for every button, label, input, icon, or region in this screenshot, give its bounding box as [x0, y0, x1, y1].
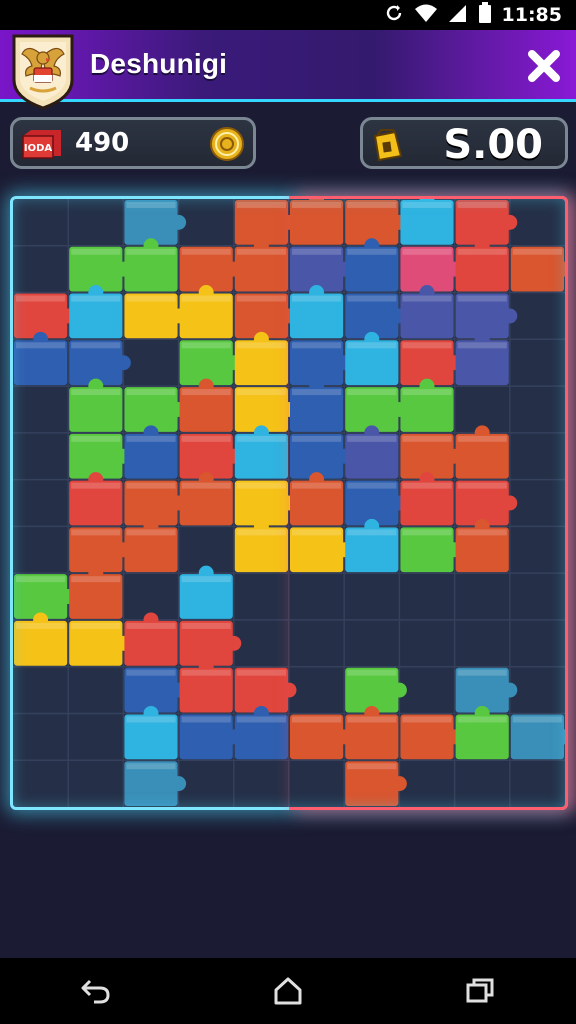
battery-icon — [478, 1, 492, 29]
status-time: 11:85 — [501, 4, 562, 26]
score-value: 490 — [75, 128, 130, 158]
status-bar: 11:85 — [0, 0, 576, 30]
recent-apps-icon[interactable] — [460, 971, 500, 1011]
money-panel: S.00 — [360, 117, 568, 169]
back-icon[interactable] — [76, 971, 116, 1011]
score-panel: IODA 490 — [10, 117, 256, 169]
wifi-icon — [414, 3, 438, 28]
garuda-emblem-icon[interactable] — [10, 32, 76, 110]
crate-badge: IODA — [24, 143, 53, 154]
game-header: Deshunigi — [0, 30, 576, 110]
page-title: Deshunigi — [90, 48, 228, 79]
money-value: S.00 — [443, 122, 543, 168]
gold-coin-icon — [209, 126, 245, 162]
close-x-icon[interactable] — [526, 48, 562, 84]
board-frame-glow-right — [289, 196, 568, 810]
home-icon[interactable] — [268, 971, 308, 1011]
sync-icon — [384, 3, 404, 28]
yellow-bag-icon — [369, 126, 405, 162]
red-crate-icon: IODA — [21, 128, 63, 160]
nav-bar — [0, 958, 576, 1024]
signal-icon — [448, 3, 468, 28]
